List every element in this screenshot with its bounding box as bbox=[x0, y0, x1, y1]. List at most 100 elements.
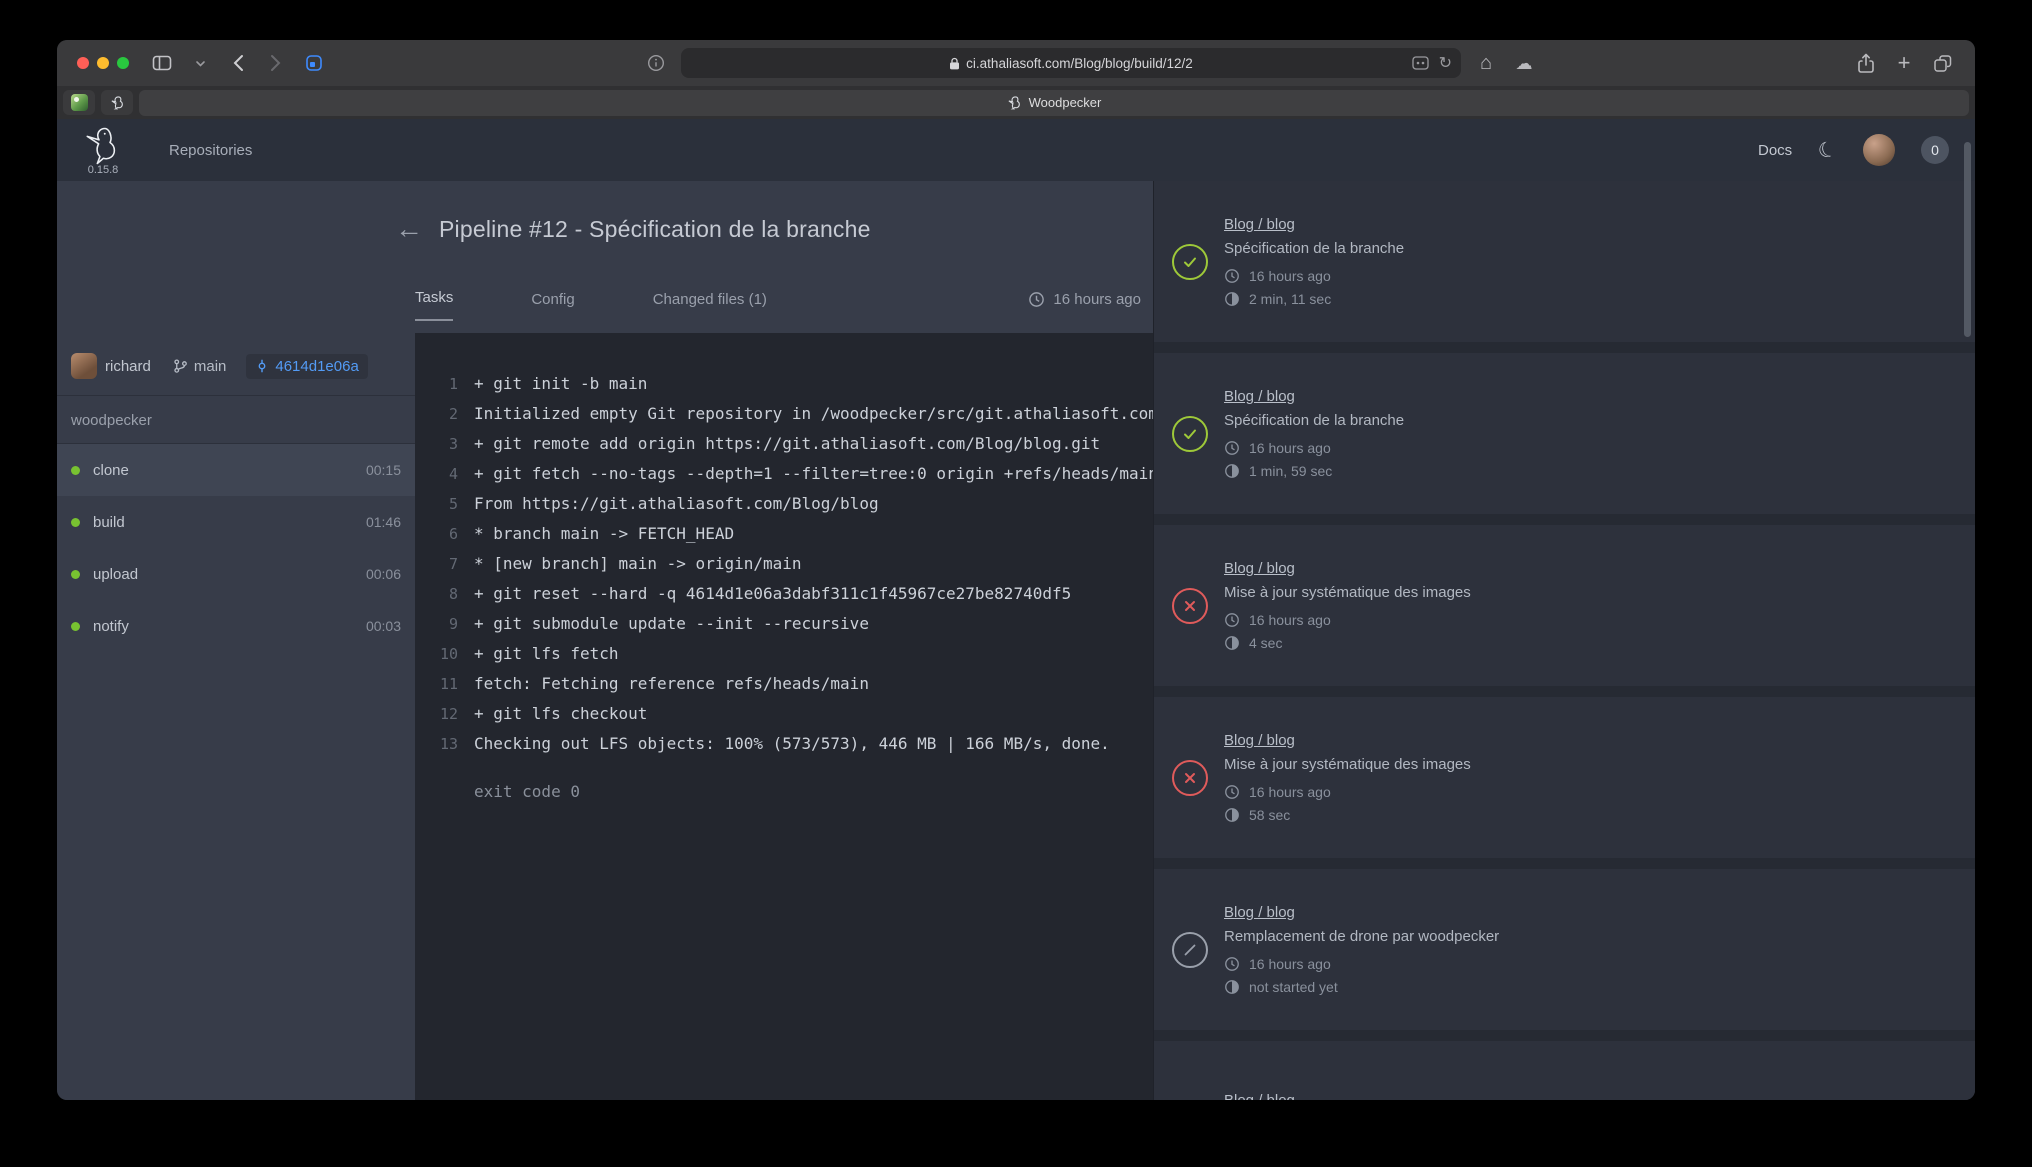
entry-duration-label: 1 min, 59 sec bbox=[1249, 463, 1332, 479]
repo-link[interactable]: Blog / blog bbox=[1224, 732, 1471, 749]
forward-button[interactable] bbox=[263, 50, 289, 76]
repo-link[interactable]: Blog / blog bbox=[1224, 904, 1499, 921]
step-name: build bbox=[93, 514, 125, 531]
log-line-text: fetch: Fetching reference refs/heads/mai… bbox=[474, 669, 869, 699]
entry-duration: 1 min, 59 sec bbox=[1224, 463, 1404, 479]
log-line-number: 2 bbox=[430, 399, 458, 429]
fullscreen-button[interactable] bbox=[117, 57, 129, 69]
tab-inactive-2[interactable] bbox=[101, 90, 133, 115]
log-line-number: 11 bbox=[430, 669, 458, 699]
log-line-number: 8 bbox=[430, 579, 458, 609]
log-line: 6* branch main -> FETCH_HEAD bbox=[430, 519, 1153, 549]
commit-link[interactable]: 4614d1e06a bbox=[246, 354, 367, 379]
window-controls bbox=[77, 57, 129, 69]
user-avatar[interactable] bbox=[1863, 134, 1895, 166]
nav-repositories-link[interactable]: Repositories bbox=[169, 142, 252, 159]
clock-icon bbox=[1224, 956, 1240, 972]
status-failure-icon bbox=[1172, 760, 1208, 796]
step-upload[interactable]: upload 00:06 bbox=[57, 548, 415, 600]
log-line-number: 13 bbox=[430, 729, 458, 759]
log-line-text: + git reset --hard -q 4614d1e06a3dabf311… bbox=[474, 579, 1071, 609]
entry-duration: 2 min, 11 sec bbox=[1224, 291, 1404, 307]
tab-active[interactable]: Woodpecker bbox=[139, 90, 1969, 116]
close-button[interactable] bbox=[77, 57, 89, 69]
repo-link[interactable]: Blog / blog bbox=[1224, 216, 1404, 233]
log-line-text: * [new branch] main -> origin/main bbox=[474, 549, 802, 579]
history-entry[interactable]: Blog / blog Spécification de la branche … bbox=[1154, 353, 1975, 514]
commit-message: Spécification de la branche bbox=[1224, 240, 1404, 257]
history-entry[interactable]: Blog / blog Mise à jour systématique des… bbox=[1154, 525, 1975, 686]
tab-inactive-1[interactable] bbox=[63, 90, 95, 115]
history-entry-info: Blog / blog Mise à jour systématique des… bbox=[1224, 732, 1471, 823]
nav-docs-link[interactable]: Docs bbox=[1758, 142, 1792, 159]
new-tab-icon[interactable]: + bbox=[1891, 50, 1917, 76]
page-scrollbar[interactable] bbox=[1964, 142, 1971, 337]
step-name: notify bbox=[93, 618, 129, 635]
log-line: 5From https://git.athaliasoft.com/Blog/b… bbox=[430, 489, 1153, 519]
queue-count-badge[interactable]: 0 bbox=[1921, 136, 1949, 164]
entry-duration-label: 2 min, 11 sec bbox=[1249, 291, 1331, 307]
tab-tasks[interactable]: Tasks bbox=[415, 289, 453, 321]
page-icon[interactable] bbox=[301, 50, 327, 76]
step-clone[interactable]: clone 00:15 bbox=[57, 444, 415, 496]
entry-time-label: 16 hours ago bbox=[1249, 268, 1331, 284]
back-button[interactable] bbox=[225, 50, 251, 76]
repo-link[interactable]: Blog / blog bbox=[1224, 1092, 1499, 1100]
entry-duration-label: not started yet bbox=[1249, 979, 1338, 995]
url-text: ci.athaliasoft.com/Blog/blog/build/12/2 bbox=[966, 56, 1193, 71]
back-arrow-icon[interactable]: ← bbox=[395, 215, 423, 243]
content-blocker-icon[interactable] bbox=[1412, 56, 1429, 70]
info-icon[interactable] bbox=[643, 50, 669, 76]
entry-time-label: 16 hours ago bbox=[1249, 612, 1331, 628]
browser-toolbar: ci.athaliasoft.com/Blog/blog/build/12/2 … bbox=[57, 40, 1975, 86]
branch-name: main bbox=[194, 358, 227, 375]
history-entry-info: Blog / blog Spécification de la branche … bbox=[1224, 388, 1404, 479]
navbar-right: Docs ☾ 0 bbox=[1758, 134, 1949, 166]
tab-config[interactable]: Config bbox=[531, 291, 574, 321]
theme-toggle-moon-icon[interactable]: ☾ bbox=[1815, 135, 1841, 165]
history-entry[interactable]: Blog / blog Mise à jour systématique des… bbox=[1154, 697, 1975, 858]
history-entry[interactable]: Blog / blog Spécification de la branche … bbox=[1154, 181, 1975, 342]
history-entry[interactable]: Blog / blog Remplacement de drone par wo… bbox=[1154, 1041, 1975, 1100]
cloud-icon[interactable]: ☁ bbox=[1511, 50, 1537, 76]
entry-time: 16 hours ago bbox=[1224, 268, 1404, 284]
history-entry[interactable]: Blog / blog Remplacement de drone par wo… bbox=[1154, 869, 1975, 1030]
log-line-text: + git remote add origin https://git.atha… bbox=[474, 429, 1100, 459]
log-line-text: + git fetch --no-tags --depth=1 --filter… bbox=[474, 459, 1153, 489]
home-icon[interactable]: ⌂ bbox=[1473, 50, 1499, 76]
log-line-text: + git lfs checkout bbox=[474, 699, 647, 729]
duration-icon bbox=[1224, 635, 1240, 651]
url-bar[interactable]: ci.athaliasoft.com/Blog/blog/build/12/2 … bbox=[681, 48, 1461, 78]
log-line: 10+ git lfs fetch bbox=[430, 639, 1153, 669]
clock-icon bbox=[1224, 440, 1240, 456]
repo-link[interactable]: Blog / blog bbox=[1224, 560, 1471, 577]
browser-window: ci.athaliasoft.com/Blog/blog/build/12/2 … bbox=[57, 40, 1975, 1100]
tab-overview-icon[interactable] bbox=[1929, 50, 1955, 76]
sidebar-toggle-icon[interactable] bbox=[149, 50, 175, 76]
app-body: ← Pipeline #12 - Spécification de la bra… bbox=[57, 181, 1975, 1100]
step-notify[interactable]: notify 00:03 bbox=[57, 600, 415, 652]
reload-icon[interactable]: ↻ bbox=[1439, 53, 1452, 73]
entry-duration: not started yet bbox=[1224, 979, 1499, 995]
app-navbar: 0.15.8 Repositories Docs ☾ 0 bbox=[57, 119, 1975, 181]
log-console[interactable]: 1+ git init -b main 2Initialized empty G… bbox=[415, 333, 1153, 1100]
commit-hash: 4614d1e06a bbox=[275, 358, 358, 375]
branch-info: main bbox=[173, 358, 227, 375]
step-build[interactable]: build 01:46 bbox=[57, 496, 415, 548]
log-line-number: 10 bbox=[430, 639, 458, 669]
minimize-button[interactable] bbox=[97, 57, 109, 69]
entry-duration-label: 4 sec bbox=[1249, 635, 1282, 651]
repo-link[interactable]: Blog / blog bbox=[1224, 388, 1404, 405]
share-icon[interactable] bbox=[1853, 50, 1879, 76]
log-line-number: 4 bbox=[430, 459, 458, 489]
woodpecker-logo[interactable]: 0.15.8 bbox=[83, 125, 123, 176]
log-line-text: Initialized empty Git repository in /woo… bbox=[474, 399, 1153, 429]
tab-changed-files[interactable]: Changed files (1) bbox=[653, 291, 767, 321]
history-entry-info: Blog / blog Mise à jour systématique des… bbox=[1224, 560, 1471, 651]
step-duration: 00:03 bbox=[366, 618, 401, 634]
tab-strip: Woodpecker bbox=[57, 86, 1975, 119]
duration-icon bbox=[1224, 807, 1240, 823]
sidebar-chevron-down-icon[interactable] bbox=[187, 50, 213, 76]
log-line-number: 6 bbox=[430, 519, 458, 549]
woodpecker-bird-icon bbox=[83, 125, 123, 167]
